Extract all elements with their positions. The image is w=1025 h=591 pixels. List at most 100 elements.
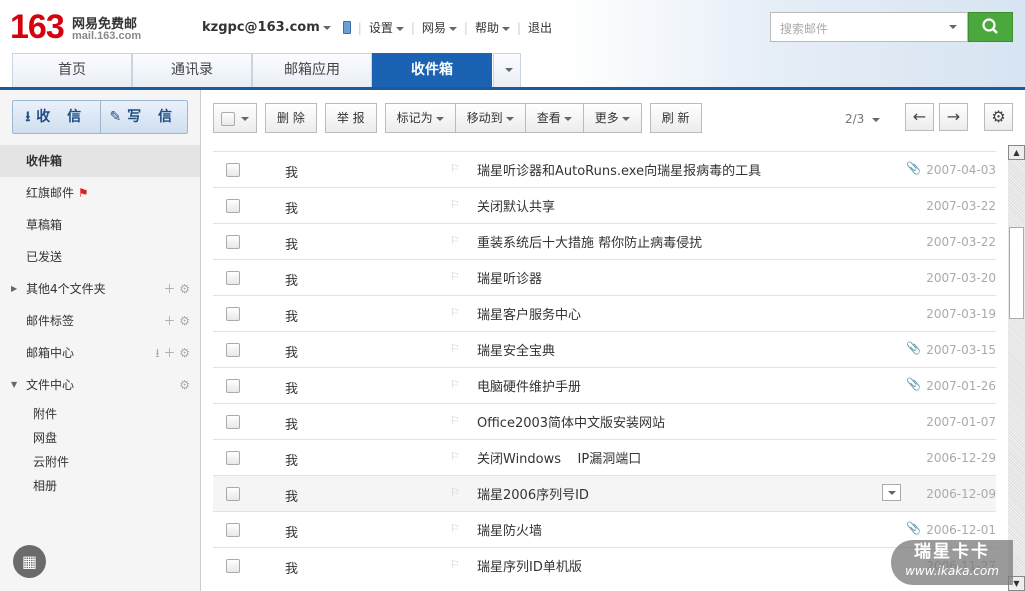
sidebar-item-drafts[interactable]: 草稿箱 bbox=[0, 209, 200, 241]
row-checkbox[interactable] bbox=[226, 487, 240, 501]
account-menu[interactable]: kzgpc@163.com bbox=[202, 20, 331, 35]
row-checkbox[interactable] bbox=[226, 451, 240, 465]
logout-link[interactable]: 退出 bbox=[528, 19, 552, 36]
gear-icon[interactable]: ⚙ bbox=[179, 314, 190, 328]
add-icon[interactable]: ＋ bbox=[163, 314, 175, 328]
email-row[interactable]: 我 ⚐ 瑞星安全宝典 📎 2007-03-15 bbox=[213, 331, 996, 367]
add-icon[interactable]: ＋ bbox=[163, 346, 175, 360]
row-checkbox[interactable] bbox=[226, 235, 240, 249]
chevron-down-icon[interactable] bbox=[949, 25, 957, 29]
flag-icon[interactable]: ⚐ bbox=[450, 486, 460, 499]
delete-button[interactable]: 删 除 bbox=[265, 103, 317, 133]
email-row[interactable]: 我 ⚐ 瑞星听诊器 2007-03-20 bbox=[213, 259, 996, 295]
view-button[interactable]: 查看 bbox=[524, 103, 583, 133]
subject[interactable]: 瑞星序列ID单机版 bbox=[477, 556, 582, 575]
subject[interactable]: 关闭默认共享 bbox=[477, 196, 555, 215]
email-row[interactable]: 我 ⚐ Office2003简体中文版安装网站 2007-01-07 bbox=[213, 403, 996, 439]
more-button[interactable]: 更多 bbox=[582, 103, 642, 133]
email-row[interactable]: 我 ⚐ 关闭Windows IP漏洞端口 2006-12-29 bbox=[213, 439, 996, 475]
flag-icon[interactable]: ⚐ bbox=[450, 378, 460, 391]
apps-grid-icon[interactable]: ▦ bbox=[13, 545, 46, 578]
subject[interactable]: 瑞星听诊器和AutoRuns.exe向瑞星报病毒的工具 bbox=[477, 160, 761, 179]
email-row[interactable]: 我 ⚐ 瑞星防火墙 📎 2006-12-01 bbox=[213, 511, 996, 547]
email-row[interactable]: 我 ⚐ 瑞星客户服务中心 2007-03-19 bbox=[213, 295, 996, 331]
subject[interactable]: 瑞星防火墙 bbox=[477, 520, 542, 539]
tab-inbox[interactable]: 收件箱 bbox=[372, 53, 492, 88]
search-button[interactable] bbox=[968, 12, 1013, 42]
row-checkbox[interactable] bbox=[226, 559, 240, 573]
email-row[interactable]: 我 ⚐ 瑞星序列ID单机版 2006-11-27 bbox=[213, 547, 996, 583]
row-checkbox[interactable] bbox=[226, 307, 240, 321]
refresh-button[interactable]: 刷 新 bbox=[649, 103, 702, 133]
flag-icon[interactable]: ⚐ bbox=[450, 162, 460, 175]
collapse-icon[interactable]: ▼ bbox=[11, 369, 17, 401]
flag-icon[interactable]: ⚐ bbox=[450, 522, 460, 535]
move-to-button[interactable]: 移动到 bbox=[454, 103, 525, 133]
gear-icon[interactable]: ⚙ bbox=[179, 282, 190, 296]
download-icon[interactable]: ⭳ bbox=[155, 346, 159, 360]
flag-icon[interactable]: ⚐ bbox=[450, 558, 460, 571]
subject[interactable]: 关闭Windows IP漏洞端口 bbox=[477, 448, 641, 467]
row-checkbox[interactable] bbox=[226, 379, 240, 393]
email-row[interactable]: 我 ⚐ 关闭默认共享 2007-03-22 bbox=[213, 187, 996, 223]
subject[interactable]: 瑞星安全宝典 bbox=[477, 340, 555, 359]
row-checkbox[interactable] bbox=[226, 415, 240, 429]
scroll-up-icon[interactable]: ▲ bbox=[1008, 145, 1025, 160]
page-selector[interactable]: 2/3 bbox=[845, 112, 881, 126]
flag-icon[interactable]: ⚐ bbox=[450, 198, 460, 211]
gear-icon[interactable]: ⚙ bbox=[179, 346, 190, 360]
sidebar-item-sent[interactable]: 已发送 bbox=[0, 241, 200, 273]
sidebar-item-netdisk[interactable]: 网盘 bbox=[33, 429, 57, 446]
search-input[interactable]: 搜索邮件 bbox=[770, 12, 968, 42]
tabs-more-button[interactable] bbox=[493, 53, 521, 88]
email-row[interactable]: 我 ⚐ 电脑硬件维护手册 📎 2007-01-26 bbox=[213, 367, 996, 403]
help-menu[interactable]: 帮助 bbox=[475, 19, 510, 36]
flag-icon[interactable]: ⚐ bbox=[450, 450, 460, 463]
row-checkbox[interactable] bbox=[226, 163, 240, 177]
settings-menu[interactable]: 设置 bbox=[369, 19, 404, 36]
sidebar-item-tags[interactable]: 邮件标签＋ ⚙ bbox=[0, 305, 200, 337]
flag-icon[interactable]: ⚐ bbox=[450, 342, 460, 355]
sidebar-item-other-folders[interactable]: ▶ 其他4个文件夹＋ ⚙ bbox=[0, 273, 200, 305]
next-page-button[interactable]: → bbox=[939, 103, 968, 131]
row-checkbox[interactable] bbox=[226, 199, 240, 213]
mobile-icon[interactable] bbox=[342, 21, 351, 34]
sidebar-item-cloud-attachments[interactable]: 云附件 bbox=[33, 453, 69, 470]
row-checkbox[interactable] bbox=[226, 343, 240, 357]
sidebar-item-inbox[interactable]: 收件箱 bbox=[0, 145, 200, 177]
email-row[interactable]: 我 ⚐ 瑞星2006序列号ID 2006-12-09 bbox=[213, 475, 996, 511]
subject[interactable]: 瑞星客户服务中心 bbox=[477, 304, 581, 323]
sidebar-item-file-center[interactable]: ▼ 文件中心 ⚙ bbox=[0, 369, 200, 401]
scrollbar[interactable]: ▲ ▼ bbox=[1008, 145, 1025, 591]
logo[interactable]: 163 bbox=[10, 8, 65, 47]
flag-icon[interactable]: ⚐ bbox=[450, 306, 460, 319]
settings-button[interactable]: ⚙ bbox=[984, 103, 1013, 131]
sidebar-item-mail-center[interactable]: 邮箱中心 ⭳ ＋ ⚙ bbox=[0, 337, 200, 369]
scrollbar-thumb[interactable] bbox=[1009, 227, 1024, 319]
expand-icon[interactable]: ▶ bbox=[11, 273, 17, 305]
row-menu-button[interactable] bbox=[882, 484, 901, 501]
sidebar-item-flagged[interactable]: 红旗邮件 ⚑ bbox=[0, 177, 200, 209]
row-checkbox[interactable] bbox=[226, 271, 240, 285]
tab-home[interactable]: 首页 bbox=[12, 53, 132, 88]
select-all-checkbox[interactable] bbox=[213, 103, 257, 133]
sidebar-item-attachments[interactable]: 附件 bbox=[33, 405, 57, 422]
compose-button[interactable]: ✎写 信 bbox=[101, 101, 188, 133]
flag-icon[interactable]: ⚐ bbox=[450, 234, 460, 247]
mark-as-button[interactable]: 标记为 bbox=[384, 103, 455, 133]
subject[interactable]: Office2003简体中文版安装网站 bbox=[477, 412, 665, 431]
add-icon[interactable]: ＋ bbox=[163, 282, 175, 296]
email-row[interactable]: 我 ⚐ 瑞星听诊器和AutoRuns.exe向瑞星报病毒的工具 📎 2007-0… bbox=[213, 151, 996, 187]
report-button[interactable]: 举 报 bbox=[324, 103, 377, 133]
flag-icon[interactable]: ⚐ bbox=[450, 414, 460, 427]
subject[interactable]: 瑞星2006序列号ID bbox=[477, 484, 589, 503]
tab-apps[interactable]: 邮箱应用 bbox=[252, 53, 372, 88]
receive-button[interactable]: ⭳收 信 bbox=[13, 101, 101, 133]
sidebar-item-albums[interactable]: 相册 bbox=[33, 477, 57, 494]
subject[interactable]: 瑞星听诊器 bbox=[477, 268, 542, 287]
subject[interactable]: 重装系统后十大措施 帮你防止病毒侵扰 bbox=[477, 232, 702, 251]
subject[interactable]: 电脑硬件维护手册 bbox=[477, 376, 581, 395]
flag-icon[interactable]: ⚐ bbox=[450, 270, 460, 283]
prev-page-button[interactable]: ← bbox=[905, 103, 934, 131]
email-row[interactable]: 我 ⚐ 重装系统后十大措施 帮你防止病毒侵扰 2007-03-22 bbox=[213, 223, 996, 259]
